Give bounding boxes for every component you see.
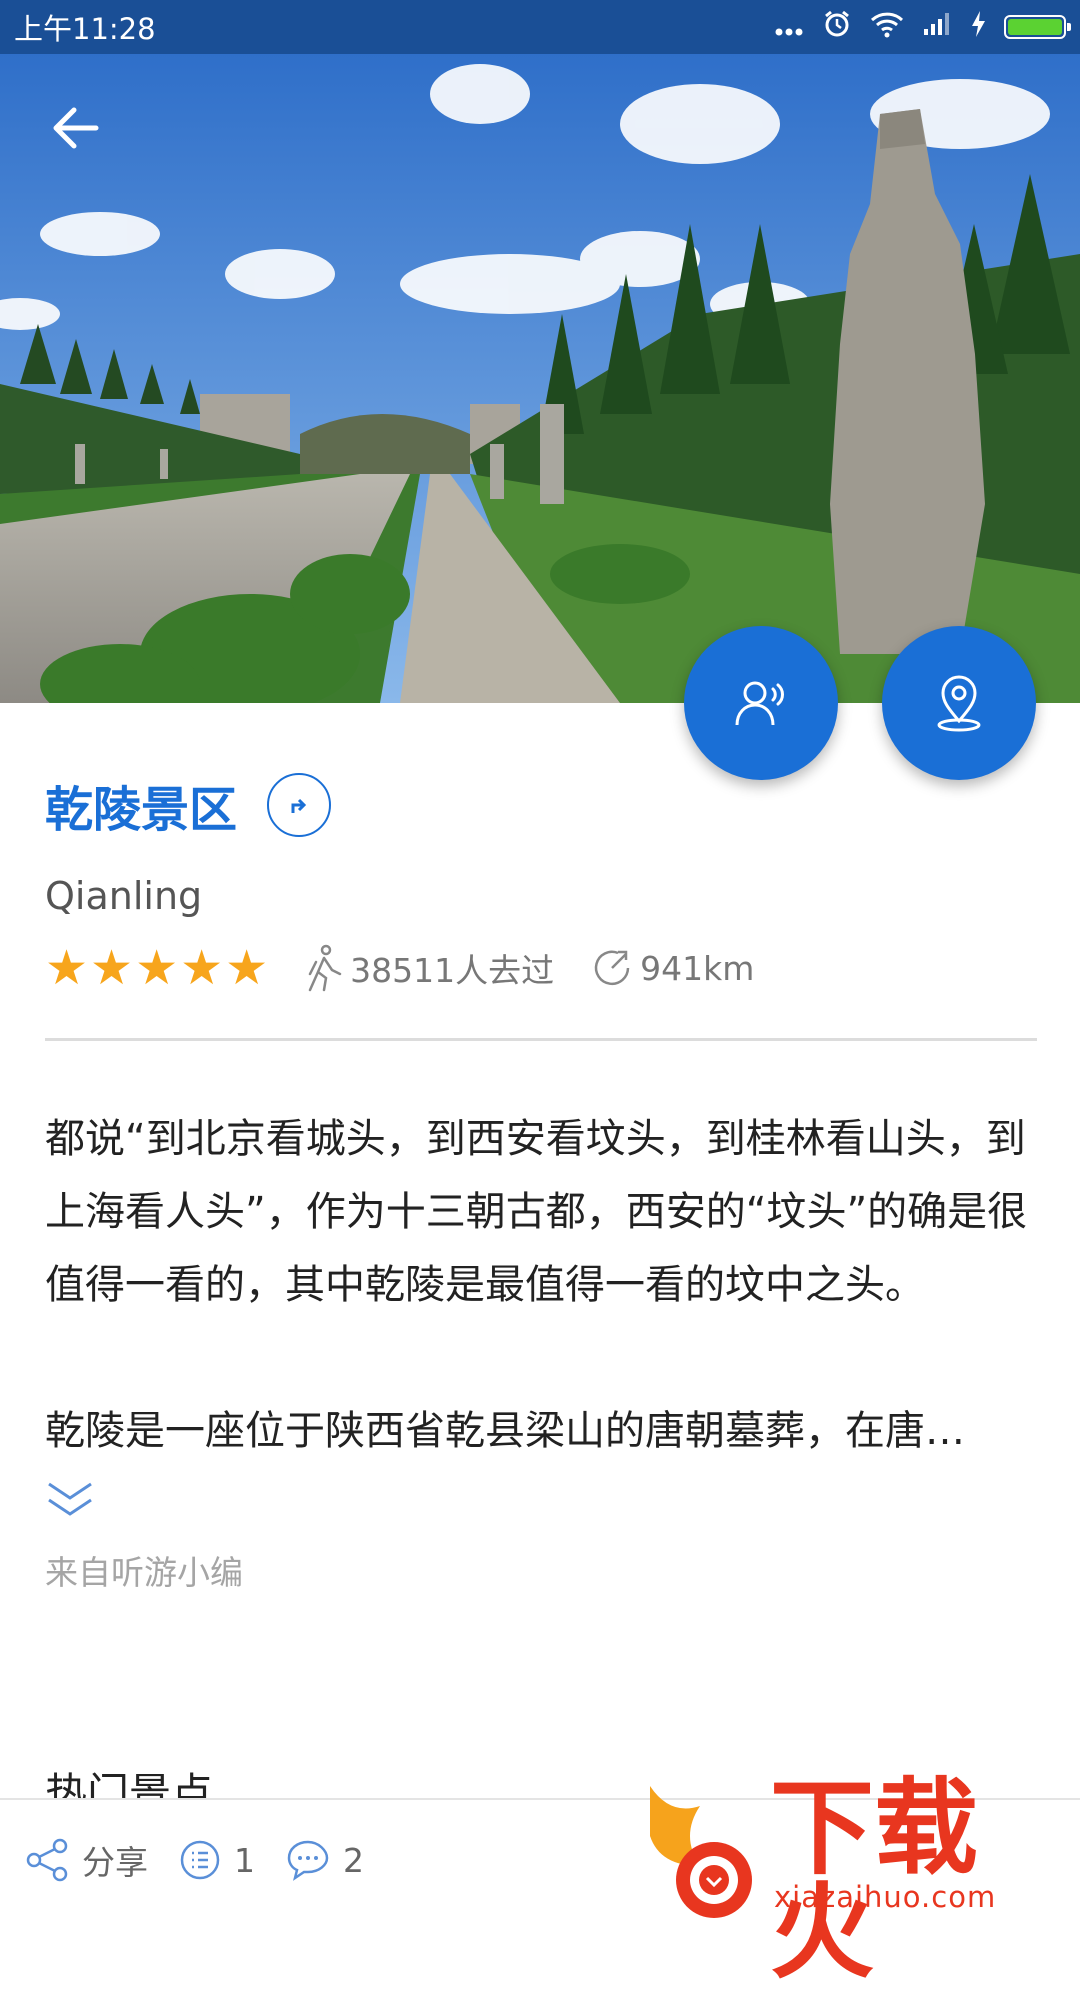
list-button[interactable]: 1 <box>178 1838 255 1882</box>
share-icon <box>26 1838 68 1882</box>
audio-guide-icon <box>735 681 784 726</box>
share-button[interactable]: 分享 <box>26 1836 148 1884</box>
comment-button[interactable]: 2 <box>285 1838 364 1882</box>
status-bar: 上午11:28 <box>0 0 1080 54</box>
navigate-button[interactable] <box>267 773 332 837</box>
watermark-url: xiazaihuo.com <box>774 1880 997 1914</box>
description-paragraph-1: 都说“到北京看城头，到西安看坟头，到桂林看山头，到上海看人头”，作为十三朝古都，… <box>45 1116 1028 1308</box>
description-paragraph-2: 乾陵是一座位于陕西省乾县梁山的唐朝墓葬，在唐… <box>45 1408 965 1454</box>
status-time: 上午11:28 <box>14 12 156 46</box>
list-count: 1 <box>234 1840 255 1880</box>
star-icon: ★ <box>225 940 269 996</box>
divider <box>45 1038 1037 1041</box>
star-icon: ★ <box>45 940 89 996</box>
turn-right-icon <box>291 798 307 813</box>
walker-icon <box>308 944 342 992</box>
alarm-icon <box>822 9 852 46</box>
more-dots-icon <box>774 10 804 44</box>
map-location-button[interactable] <box>882 626 1036 780</box>
visitor-count-text: 38511人去过 <box>350 951 555 990</box>
attraction-detail: 乾陵景区 Qianling ★ ★ ★ ★ ★ 38511人去过 941km 都说“到北… <box>45 770 1037 1594</box>
star-icon: ★ <box>135 940 179 996</box>
battery-level <box>1008 19 1062 35</box>
rating-stars: ★ ★ ★ ★ ★ <box>45 944 268 992</box>
audio-guide-button[interactable] <box>684 626 838 780</box>
chevron-down-icon <box>48 1482 92 1516</box>
comment-count: 2 <box>343 1840 364 1880</box>
signal-icon <box>922 10 952 44</box>
share-label: 分享 <box>82 1843 148 1882</box>
watermark-logo-icon <box>650 1786 752 1918</box>
back-button[interactable] <box>44 96 108 160</box>
expand-button[interactable] <box>45 1476 105 1526</box>
battery-icon <box>1004 15 1071 39</box>
star-icon: ★ <box>180 940 224 996</box>
map-location-icon <box>937 675 981 732</box>
star-icon: ★ <box>90 940 134 996</box>
attraction-title: 乾陵景区 <box>45 782 238 838</box>
hero-image <box>0 54 1080 703</box>
wifi-icon <box>870 10 904 45</box>
meta-row: ★ ★ ★ ★ ★ 38511人去过 941km <box>45 938 1035 998</box>
source-label: 来自听游小编 <box>45 1553 243 1592</box>
list-icon <box>180 1840 220 1880</box>
distance-icon <box>594 950 630 986</box>
visitor-count: 38511人去过 <box>302 944 554 992</box>
status-icons <box>774 9 1071 46</box>
attraction-subtitle: Qianling <box>45 874 203 918</box>
comment-icon <box>287 1840 329 1881</box>
charging-icon <box>970 10 986 45</box>
title-row: 乾陵景区 <box>45 770 1035 840</box>
distance-text: 941km <box>640 948 755 988</box>
description: 都说“到北京看城头，到西安看坟头，到桂林看山头，到上海看人头”，作为十三朝古都，… <box>45 1103 1035 1468</box>
watermark: 下载火 xiazaihuo.com <box>640 1776 1080 1984</box>
distance: 941km <box>588 944 754 992</box>
back-arrow-icon <box>53 107 99 149</box>
